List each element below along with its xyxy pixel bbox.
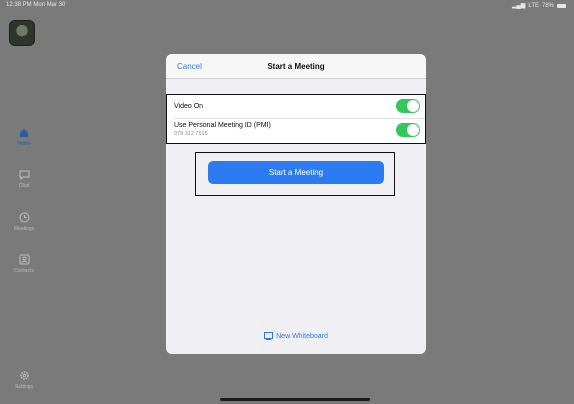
sidebar-item-meetings[interactable]: Meetings: [0, 212, 48, 232]
chat-icon: [19, 170, 29, 180]
whiteboard-icon: [264, 332, 274, 340]
battery-label: 78%: [541, 2, 554, 9]
new-whiteboard-label: New Whiteboard: [276, 332, 328, 340]
avatar[interactable]: [9, 20, 35, 46]
sidebar: Home Chat Meetings Contacts Settings: [0, 12, 48, 404]
home-icon: [20, 129, 28, 137]
contacts-icon: [19, 254, 29, 265]
network-label: LTE: [528, 2, 539, 9]
new-whiteboard-link[interactable]: New Whiteboard: [166, 332, 426, 340]
dialog-title: Start a Meeting: [267, 62, 325, 71]
sidebar-item-label: Chat: [18, 183, 30, 189]
sidebar-item-home[interactable]: Home: [0, 128, 48, 147]
clock-icon: [19, 212, 29, 223]
start-button-frame: Start a Meeting: [195, 152, 395, 196]
start-meeting-button[interactable]: Start a Meeting: [208, 161, 384, 184]
gear-icon: [19, 371, 29, 380]
sidebar-item-contacts[interactable]: Contacts: [0, 254, 48, 274]
signal-icon: ▂▄▆: [511, 3, 526, 9]
start-meeting-dialog: Cancel Start a Meeting Video On Use Pers…: [166, 54, 426, 354]
status-right: ▂▄▆ LTE 78%: [512, 2, 566, 9]
video-on-label: Video On: [174, 103, 204, 110]
pmi-number: 979 312 7515: [174, 131, 208, 137]
sidebar-item-label: Home: [17, 141, 31, 147]
status-bar: 12:38 PM Mon Mar 30 ▂▄▆ LTE 78%: [0, 0, 574, 12]
sidebar-item-label: Settings: [14, 384, 34, 390]
pmi-row: Use Personal Meeting ID (PMI) 979 312 75…: [167, 119, 425, 143]
video-on-row: Video On: [167, 95, 425, 118]
pmi-label: Use Personal Meeting ID (PMI): [174, 122, 271, 129]
sidebar-item-label: Meetings: [13, 226, 35, 232]
status-time: 12:38 PM Mon Mar 30: [6, 2, 66, 8]
video-on-toggle[interactable]: [396, 99, 420, 113]
sidebar-item-chat[interactable]: Chat: [0, 170, 48, 189]
meeting-settings-group: Video On Use Personal Meeting ID (PMI) 9…: [166, 94, 426, 144]
battery-icon: [557, 3, 566, 8]
sidebar-item-settings[interactable]: Settings: [0, 370, 48, 390]
pmi-toggle[interactable]: [396, 123, 420, 137]
dialog-header: Cancel Start a Meeting: [166, 54, 426, 79]
home-indicator[interactable]: [220, 398, 370, 401]
sidebar-item-label: Contacts: [14, 268, 34, 274]
